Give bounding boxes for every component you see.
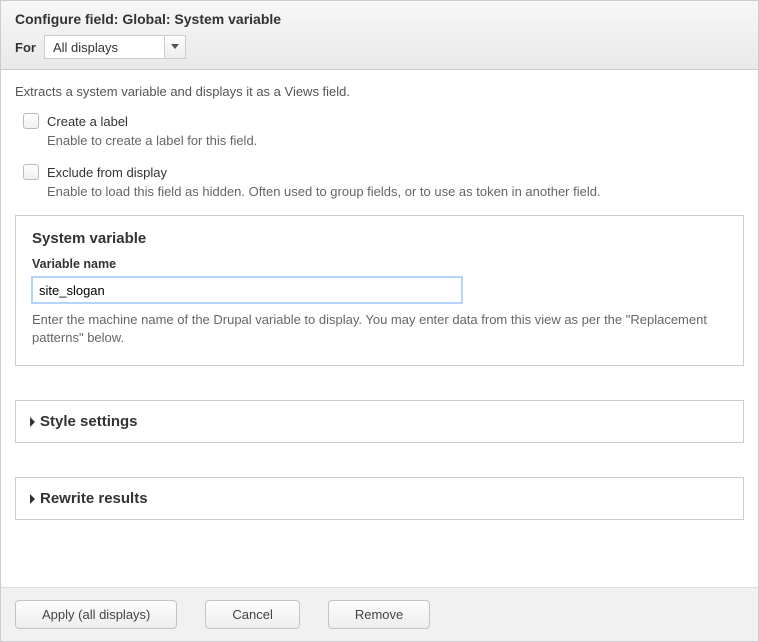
fieldset-legend: System variable (32, 230, 727, 247)
remove-button[interactable]: Remove (328, 600, 430, 629)
exclude-text: Exclude from display (47, 165, 167, 180)
dialog-content: Extracts a system variable and displays … (1, 70, 758, 540)
description: Extracts a system variable and displays … (15, 84, 744, 99)
apply-button[interactable]: Apply (all displays) (15, 600, 177, 629)
variable-name-label: Variable name (32, 257, 727, 271)
display-select-button[interactable] (164, 35, 186, 59)
for-label: For (15, 40, 36, 55)
rewrite-results-title: Rewrite results (40, 490, 148, 507)
display-select-value: All displays (44, 35, 164, 59)
system-variable-fieldset: System variable Variable name Enter the … (15, 215, 744, 366)
exclude-row: Exclude from display (23, 164, 744, 180)
caret-right-icon (30, 417, 36, 427)
for-row: For All displays (1, 35, 758, 69)
display-select[interactable]: All displays (44, 35, 186, 59)
style-settings-title: Style settings (40, 413, 138, 430)
style-settings-section[interactable]: Style settings (15, 400, 744, 443)
exclude-checkbox[interactable] (23, 164, 39, 180)
dialog-footer: Apply (all displays) Cancel Remove (1, 587, 758, 641)
dialog-header: Configure field: Global: System variable… (1, 1, 758, 70)
create-label-text: Create a label (47, 114, 128, 129)
rewrite-results-section[interactable]: Rewrite results (15, 477, 744, 520)
dialog-title: Configure field: Global: System variable (1, 1, 758, 35)
create-label-checkbox[interactable] (23, 113, 39, 129)
create-label-row: Create a label (23, 113, 744, 129)
cancel-button[interactable]: Cancel (205, 600, 299, 629)
variable-name-input[interactable] (32, 277, 462, 303)
variable-name-help: Enter the machine name of the Drupal var… (32, 311, 727, 347)
caret-right-icon (30, 494, 36, 504)
chevron-down-icon (171, 44, 179, 50)
create-label-help: Enable to create a label for this field. (47, 133, 744, 148)
exclude-help: Enable to load this field as hidden. Oft… (47, 184, 744, 199)
